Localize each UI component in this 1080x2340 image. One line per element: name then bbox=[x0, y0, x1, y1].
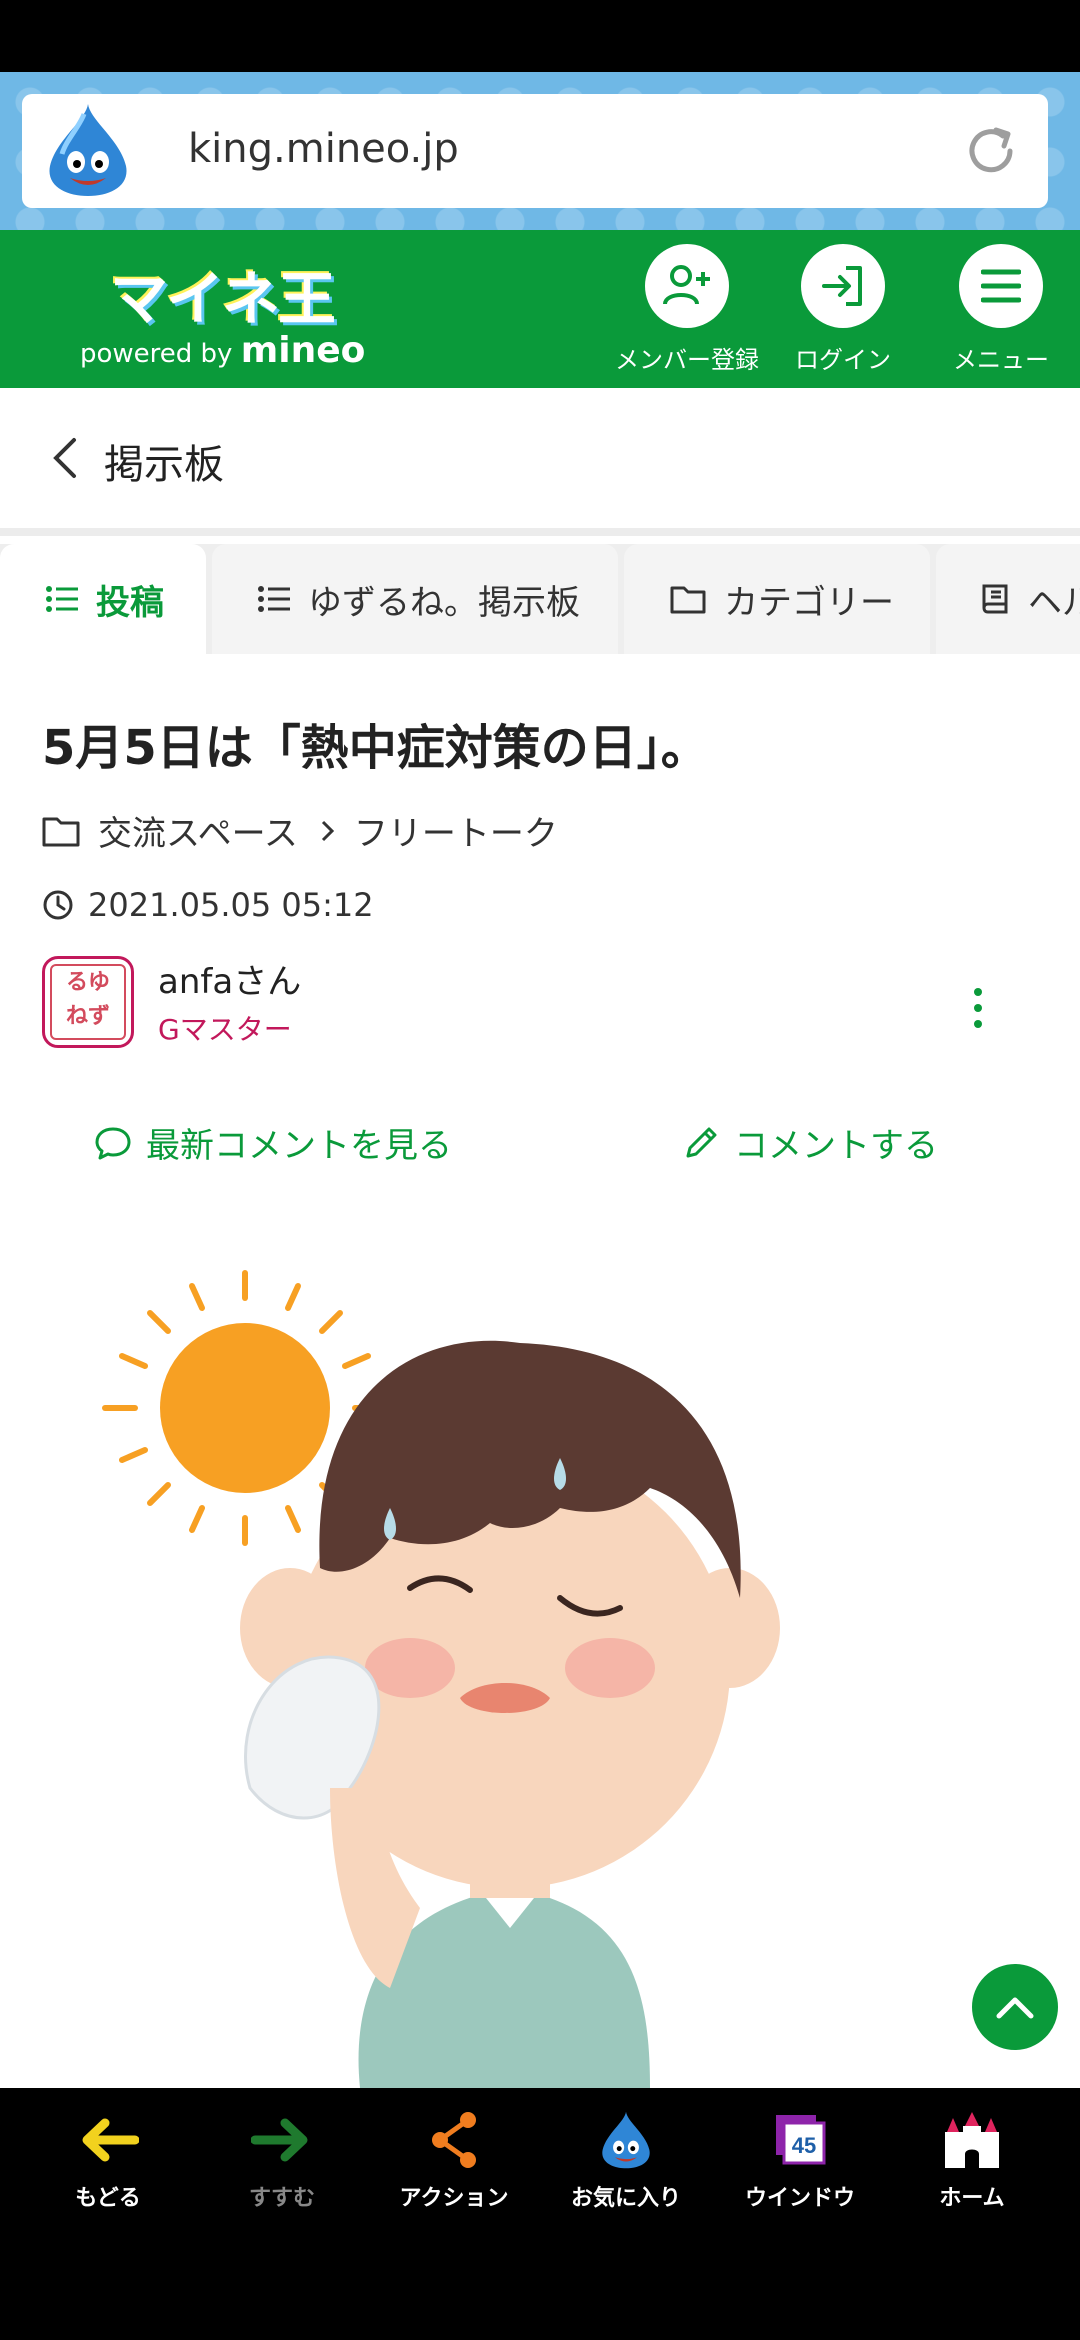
add-comment-label: コメントする bbox=[734, 1126, 938, 1166]
chevron-right-icon bbox=[321, 820, 335, 841]
add-user-icon bbox=[663, 265, 710, 305]
tab-category[interactable]: カテゴリー bbox=[624, 544, 930, 654]
clock-icon bbox=[43, 890, 73, 920]
forward-label: すすむ bbox=[248, 2186, 315, 2211]
tab-posts[interactable]: 投稿 bbox=[0, 544, 206, 654]
member-register-button[interactable]: メンバー登録 bbox=[612, 244, 762, 384]
forward-arrow-icon bbox=[251, 2118, 308, 2162]
author-name[interactable]: anfaさん bbox=[158, 954, 301, 1003]
menu-icon bbox=[981, 269, 1021, 303]
browser-bottom-bar: もどる すすむ アクション お気に入り 45 ウインドウ ホーム bbox=[0, 2088, 1080, 2228]
list-icon bbox=[258, 586, 290, 612]
scroll-to-top-button[interactable] bbox=[968, 1960, 1062, 2054]
tab-bar: 投稿 ゆずるね。掲示板 カテゴリー ヘル bbox=[0, 544, 1080, 654]
home-label: ホーム bbox=[939, 2186, 1005, 2211]
site-logo[interactable]: マイネ王 powered by mineo bbox=[80, 252, 365, 372]
add-comment-link[interactable]: コメントする bbox=[682, 1118, 938, 1167]
comment-icon bbox=[95, 1127, 131, 1159]
post-category[interactable]: 交流スペース フリートーク bbox=[42, 806, 558, 855]
tab-yuzurune-label: ゆずるね。掲示板 bbox=[308, 582, 580, 623]
post-title: 5月5日は「熱中症対策の日」。 bbox=[42, 720, 709, 776]
favorites-label: お気に入り bbox=[570, 2186, 681, 2211]
action-label: アクション bbox=[399, 2186, 509, 2211]
page-content: 掲示板 投稿 ゆずるね。掲示板 カテゴリー ヘル 5月5日は「熱中症対策の日」。… bbox=[0, 388, 1080, 2088]
breadcrumb: 掲示板 bbox=[0, 388, 1080, 536]
forward-button[interactable]: すすむ bbox=[212, 2108, 352, 2212]
chevron-up-icon bbox=[996, 1997, 1034, 2019]
tab-help-label: ヘル bbox=[1028, 582, 1080, 623]
status-bar bbox=[0, 0, 1080, 72]
window-label: ウインドウ bbox=[744, 2186, 855, 2211]
avatar-text-bottom: ねず bbox=[65, 1004, 110, 1029]
home-button[interactable]: ホーム bbox=[902, 2108, 1042, 2212]
list-icon bbox=[46, 586, 78, 612]
url-box[interactable]: king.mineo.jp bbox=[22, 94, 1048, 208]
page-title: 掲示板 bbox=[104, 442, 224, 488]
share-icon bbox=[432, 2112, 476, 2168]
member-register-label: メンバー登録 bbox=[615, 346, 759, 374]
back-button[interactable]: もどる bbox=[38, 2108, 178, 2212]
window-count-badge: 45 bbox=[792, 2133, 816, 2158]
more-options-icon[interactable] bbox=[968, 984, 988, 1032]
back-arrow-icon bbox=[82, 2118, 139, 2162]
site-header: マイネ王 powered by mineo メンバー登録 ログイン メニュー bbox=[0, 230, 1080, 388]
favorites-button[interactable]: お気に入り bbox=[556, 2108, 696, 2212]
author-rank: Gマスター bbox=[158, 1013, 292, 1046]
chevron-left-icon[interactable] bbox=[48, 436, 82, 480]
slime-icon bbox=[49, 104, 127, 196]
view-comments-label: 最新コメントを見る bbox=[146, 1126, 452, 1166]
menu-label: メニュー bbox=[953, 346, 1049, 374]
date-text: 2021.05.05 05:12 bbox=[88, 886, 374, 924]
back-label: もどる bbox=[75, 2186, 141, 2211]
browser-bar: king.mineo.jp bbox=[0, 72, 1080, 230]
boy-illustration bbox=[240, 1340, 780, 2088]
tab-help[interactable]: ヘル bbox=[936, 544, 1080, 654]
logo-sub-prefix: powered by bbox=[80, 339, 233, 369]
folder-icon bbox=[42, 817, 80, 846]
post-date: 2021.05.05 05:12 bbox=[42, 886, 374, 924]
view-latest-comments-link[interactable]: 最新コメントを見る bbox=[94, 1118, 452, 1167]
pencil-icon bbox=[686, 1127, 717, 1157]
reload-icon[interactable] bbox=[962, 122, 1020, 180]
slime-icon bbox=[602, 2111, 650, 2169]
tab-posts-label: 投稿 bbox=[96, 582, 164, 623]
login-label: ログイン bbox=[795, 346, 891, 374]
login-icon bbox=[822, 266, 862, 306]
avatar[interactable]: るゆ ねず bbox=[42, 956, 134, 1048]
category-label[interactable]: 交流スペース bbox=[98, 806, 298, 855]
action-button[interactable]: アクション bbox=[384, 2108, 524, 2212]
tab-category-label: カテゴリー bbox=[724, 582, 894, 623]
subcategory-label[interactable]: フリートーク bbox=[354, 806, 558, 855]
logo-sub-brand: mineo bbox=[240, 330, 366, 371]
folder-icon bbox=[670, 586, 706, 614]
menu-button[interactable]: メニュー bbox=[926, 244, 1076, 384]
login-button[interactable]: ログイン bbox=[768, 244, 918, 384]
system-nav-bar bbox=[0, 2228, 1080, 2340]
logo-text: マイネ王 bbox=[110, 265, 336, 333]
window-icon: 45 bbox=[776, 2115, 826, 2165]
avatar-text-top: るゆ bbox=[65, 970, 110, 995]
window-button[interactable]: 45 ウインドウ bbox=[730, 2108, 870, 2212]
castle-icon bbox=[945, 2112, 999, 2168]
book-icon bbox=[982, 584, 1008, 614]
post-image bbox=[102, 1270, 780, 2088]
logo-powered-by: powered by mineo bbox=[80, 330, 365, 371]
tab-yuzurune-board[interactable]: ゆずるね。掲示板 bbox=[212, 544, 618, 654]
url-text: king.mineo.jp bbox=[188, 126, 459, 172]
